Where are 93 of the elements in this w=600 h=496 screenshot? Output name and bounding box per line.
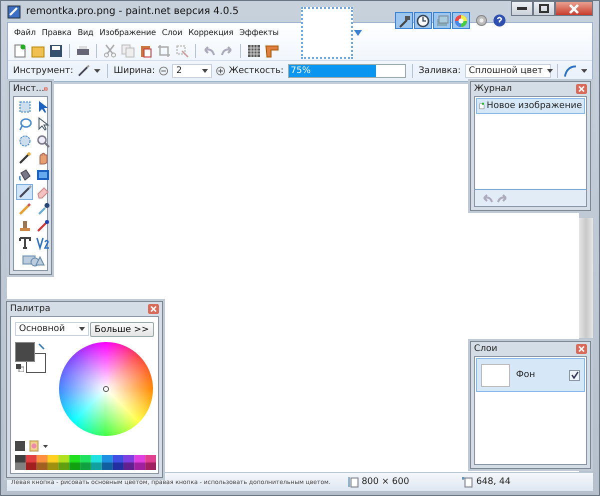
paste-icon[interactable]	[139, 44, 153, 58]
menu-item[interactable]: Правка	[42, 28, 72, 36]
minimize-icon	[517, 6, 527, 10]
menu-item[interactable]: Файл	[14, 28, 36, 36]
document-icon	[479, 100, 485, 112]
close-icon[interactable]	[576, 344, 587, 354]
clock-icon	[416, 14, 430, 28]
ruler-icon[interactable]	[265, 44, 279, 58]
layers-toggle[interactable]	[433, 12, 451, 29]
layers-icon	[435, 14, 449, 28]
text-tool-icon	[18, 236, 32, 250]
maximize-button[interactable]	[533, 1, 555, 16]
panel-title: Журнал	[474, 84, 512, 94]
lasso-icon	[18, 117, 32, 131]
paint-bucket-tool[interactable]	[16, 167, 33, 183]
paint-bucket-icon	[18, 168, 32, 182]
layer-name: Фон	[516, 370, 536, 380]
menu-item[interactable]: Вид	[78, 28, 94, 36]
gradient-icon	[36, 168, 50, 182]
chevron-icon[interactable]	[354, 30, 362, 36]
hardness-value: 75%	[290, 65, 311, 77]
swap-icon[interactable]	[38, 343, 45, 350]
rectangle-select-icon	[18, 100, 32, 114]
gradient-tool[interactable]	[34, 167, 51, 183]
scrollbar[interactable]	[579, 218, 593, 338]
clock-toggle[interactable]	[414, 12, 432, 29]
layer-thumbnail	[481, 364, 510, 386]
minus-icon[interactable]	[159, 66, 168, 76]
primary-color-swatch[interactable]	[15, 441, 25, 451]
paintbrush-tool[interactable]	[16, 184, 33, 200]
minimize-button[interactable]	[511, 1, 533, 16]
close-icon	[569, 4, 579, 14]
image-size: 800 × 600	[362, 477, 410, 487]
image-size-icon	[348, 476, 359, 488]
app-icon	[7, 4, 21, 18]
cursor-position-icon	[462, 476, 474, 488]
ellipse-select-icon	[18, 134, 32, 148]
recolor-icon	[36, 219, 50, 233]
menu-item[interactable]: Коррекция	[188, 28, 234, 36]
shapes-icon	[22, 253, 46, 267]
primary-color-swatch[interactable]	[15, 342, 35, 362]
plus-icon[interactable]	[216, 66, 225, 76]
window-title: remontka.pro.png - paint.net версия 4.0.5	[26, 6, 239, 17]
new-file-icon[interactable]	[13, 44, 27, 58]
fill-dropdown[interactable]: Сплошной цвет	[464, 64, 551, 78]
cursor-position: 648, 44	[476, 477, 511, 487]
brush-icon[interactable]	[77, 64, 90, 78]
menu-item[interactable]: Слои	[162, 28, 182, 36]
panel-title: Инст...	[13, 84, 44, 94]
close-icon[interactable]	[148, 304, 159, 314]
panel-title: Слои	[474, 344, 498, 354]
magic-wand-icon	[18, 151, 32, 165]
deselect-icon[interactable]	[175, 44, 189, 58]
print-icon[interactable]	[76, 44, 90, 58]
maximize-icon	[539, 4, 549, 13]
image-thumbnail[interactable]	[301, 7, 353, 59]
palette-mode-dropdown[interactable]: Основной	[15, 322, 89, 336]
color-wheel-toggle[interactable]	[452, 12, 470, 29]
tool-label: Инструмент:	[13, 66, 74, 76]
color-picker-icon	[36, 202, 50, 216]
color-wheel-cursor[interactable]	[103, 386, 109, 392]
settings-icon[interactable]	[475, 14, 488, 27]
grid-icon[interactable]	[247, 44, 261, 58]
hammer-toggle[interactable]	[395, 12, 413, 29]
dropdown-arrow-icon[interactable]	[580, 69, 587, 73]
history-item[interactable]: Новое изображение	[476, 98, 585, 114]
save-icon[interactable]	[49, 44, 63, 58]
hammer-icon	[397, 14, 411, 28]
menu-item[interactable]: Изображение	[99, 28, 156, 36]
width-field[interactable]: 2	[172, 64, 212, 78]
more-button[interactable]: Больше >>	[90, 322, 154, 337]
dropdown-arrow-icon[interactable]	[43, 444, 48, 448]
hardness-label: Жесткость:	[228, 66, 284, 76]
paintbrush-icon	[18, 185, 32, 199]
fill-label: Заливка:	[418, 66, 461, 76]
close-icon[interactable]	[576, 84, 587, 94]
color-wheel-icon	[454, 14, 468, 28]
stamp-icon	[18, 219, 32, 233]
text-tool-tool[interactable]	[16, 235, 33, 251]
close-button[interactable]	[555, 1, 593, 16]
reset-colors-icon[interactable]	[16, 364, 24, 372]
pencil-icon	[18, 202, 32, 216]
check-icon	[570, 371, 578, 379]
panel-title: Палитра	[10, 304, 50, 314]
magnifier-icon	[36, 134, 50, 148]
width-label: Ширина:	[114, 66, 156, 76]
menu-item[interactable]: Эффекты	[239, 28, 279, 36]
layer-item[interactable]: Фон	[476, 358, 585, 392]
palette-swatches-drawing[interactable]	[15, 455, 156, 470]
visibility-checkbox[interactable]	[569, 370, 580, 380]
curve-icon[interactable]	[564, 64, 577, 78]
dropdown-arrow-icon[interactable]	[94, 69, 101, 73]
eraser-icon	[36, 185, 50, 199]
